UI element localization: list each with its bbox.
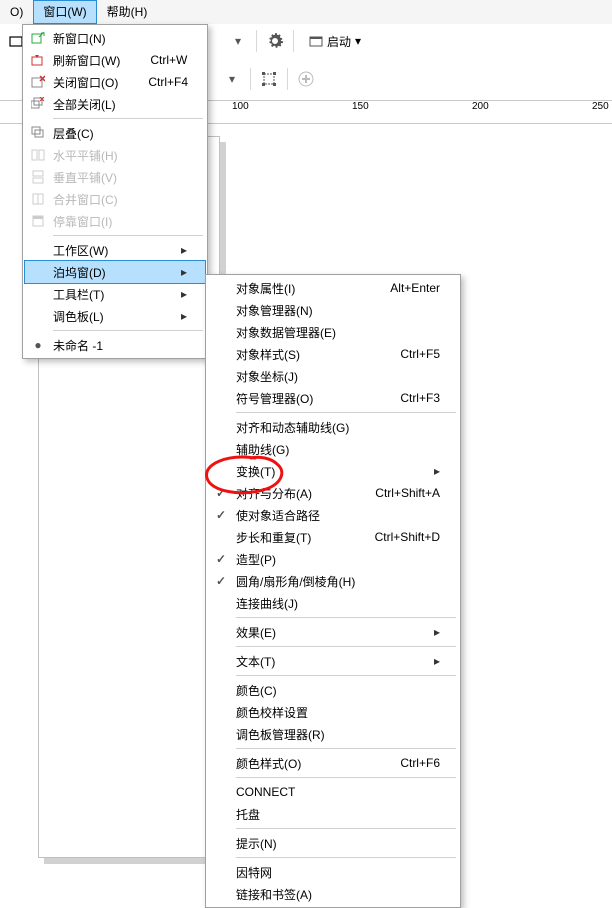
menu-separator — [53, 235, 203, 236]
menu-item-object-styles[interactable]: 对象样式(S)Ctrl+F5 — [208, 343, 458, 365]
menu-item-text[interactable]: 文本(T)▸ — [208, 650, 458, 672]
menu-separator — [236, 617, 456, 618]
menu-item-color-styles[interactable]: 颜色样式(O)Ctrl+F6 — [208, 752, 458, 774]
launch-label: 启动 — [327, 33, 351, 50]
menu-item-workspace[interactable]: 工作区(W)▸ — [25, 239, 205, 261]
new-window-icon — [27, 27, 49, 49]
menu-item-combine-window: 合并窗口(C) — [25, 188, 205, 210]
check-icon: ✓ — [210, 570, 232, 592]
menu-item-effects[interactable]: 效果(E)▸ — [208, 621, 458, 643]
menu-item-palette-manager[interactable]: 调色板管理器(R) — [208, 723, 458, 745]
menu-item-hints[interactable]: 提示(N) — [208, 832, 458, 854]
menu-item-palettes[interactable]: 调色板(L)▸ — [25, 305, 205, 327]
submenu-arrow-icon: ▸ — [430, 464, 440, 478]
ruler-label: 200 — [472, 101, 489, 112]
combine-icon — [27, 188, 49, 210]
menu-separator — [236, 777, 456, 778]
check-icon: ✓ — [210, 482, 232, 504]
menu-item-dock-window: 停靠窗口(I) — [25, 210, 205, 232]
toolbar-separator — [250, 68, 251, 90]
menu-item-internet[interactable]: 因特网 — [208, 861, 458, 883]
menu-item-tile-horizontal: 水平平铺(H) — [25, 144, 205, 166]
dropdown-chevron-icon[interactable]: ▾ — [222, 69, 242, 89]
menu-item-tile-vertical: 垂直平铺(V) — [25, 166, 205, 188]
submenu-arrow-icon: ▸ — [430, 625, 440, 639]
launch-button[interactable]: 启动 ▾ — [302, 30, 368, 53]
menubar-item-help[interactable]: 帮助(H) — [97, 0, 158, 24]
menu-item-close-window[interactable]: 关闭窗口(O)Ctrl+F4 — [25, 71, 205, 93]
menu-item-shaping[interactable]: ✓造型(P) — [208, 548, 458, 570]
toolbar-separator — [256, 30, 257, 52]
ruler-label: 250 — [592, 101, 609, 112]
menu-item-toolbars[interactable]: 工具栏(T)▸ — [25, 283, 205, 305]
tile-v-icon — [27, 166, 49, 188]
menubar-item-prev[interactable]: O) — [0, 0, 33, 24]
menu-item-dockers[interactable]: 泊坞窗(D)▸ — [25, 261, 205, 283]
menu-item-object-data-manager[interactable]: 对象数据管理器(E) — [208, 321, 458, 343]
menu-item-refresh-window[interactable]: 刷新窗口(W)Ctrl+W — [25, 49, 205, 71]
menu-item-document-1[interactable]: ●未命名 -1 — [25, 334, 205, 356]
check-icon: ✓ — [210, 504, 232, 526]
menu-item-connect[interactable]: CONNECT — [208, 781, 458, 803]
close-window-icon — [27, 71, 49, 93]
tile-h-icon — [27, 144, 49, 166]
menu-item-fit-path[interactable]: ✓使对象适合路径 — [208, 504, 458, 526]
submenu-arrow-icon: ▸ — [177, 309, 187, 323]
menu-separator — [236, 646, 456, 647]
menu-dockers: 对象属性(I)Alt+Enter 对象管理器(N) 对象数据管理器(E) 对象样… — [205, 274, 461, 908]
menu-item-join-curves[interactable]: 连接曲线(J) — [208, 592, 458, 614]
bounding-box-icon[interactable] — [259, 69, 279, 89]
menu-item-color[interactable]: 颜色(C) — [208, 679, 458, 701]
gear-icon[interactable] — [265, 31, 285, 51]
menu-item-object-coordinates[interactable]: 对象坐标(J) — [208, 365, 458, 387]
chevron-down-icon: ▾ — [355, 34, 361, 48]
menubar-item-window-label: 窗口(W) — [43, 5, 86, 19]
menu-item-object-manager[interactable]: 对象管理器(N) — [208, 299, 458, 321]
menu-separator — [53, 118, 203, 119]
menu-item-close-all[interactable]: 全部关闭(L) — [25, 93, 205, 115]
menu-item-cascade[interactable]: 层叠(C) — [25, 122, 205, 144]
submenu-arrow-icon: ▸ — [177, 287, 187, 301]
add-icon[interactable] — [296, 69, 316, 89]
menu-item-new-window[interactable]: 新窗口(N) — [25, 27, 205, 49]
menu-item-align-dynamic-guides[interactable]: 对齐和动态辅助线(G) — [208, 416, 458, 438]
submenu-arrow-icon: ▸ — [177, 243, 187, 257]
menu-separator — [236, 675, 456, 676]
menu-item-step-repeat[interactable]: 步长和重复(T)Ctrl+Shift+D — [208, 526, 458, 548]
launch-icon — [309, 34, 323, 48]
menu-separator — [236, 412, 456, 413]
menu-item-guidelines[interactable]: 辅助线(G) — [208, 438, 458, 460]
close-all-icon — [27, 93, 49, 115]
check-icon: ✓ — [210, 548, 232, 570]
ruler-label: 150 — [352, 101, 369, 112]
menu-separator — [236, 748, 456, 749]
toolbar-separator — [287, 68, 288, 90]
menu-item-object-properties[interactable]: 对象属性(I)Alt+Enter — [208, 277, 458, 299]
menubar-item-window[interactable]: 窗口(W) — [33, 0, 96, 24]
menu-separator — [236, 857, 456, 858]
toolbar-separator — [293, 30, 294, 52]
submenu-arrow-icon: ▸ — [177, 265, 187, 279]
menu-separator — [236, 828, 456, 829]
menu-separator — [53, 330, 203, 331]
refresh-icon — [27, 49, 49, 71]
menu-item-symbol-manager[interactable]: 符号管理器(O)Ctrl+F3 — [208, 387, 458, 409]
dock-icon — [27, 210, 49, 232]
menu-window: 新窗口(N) 刷新窗口(W)Ctrl+W 关闭窗口(O)Ctrl+F4 全部关闭… — [22, 24, 208, 359]
bullet-icon: ● — [27, 334, 49, 356]
dropdown-chevron-icon[interactable]: ▾ — [228, 31, 248, 51]
menu-item-fillet[interactable]: ✓圆角/扇形角/倒棱角(H) — [208, 570, 458, 592]
menu-item-links-bookmarks[interactable]: 链接和书签(A) — [208, 883, 458, 905]
menu-item-color-proof[interactable]: 颜色校样设置 — [208, 701, 458, 723]
menu-item-transform[interactable]: 变换(T)▸ — [208, 460, 458, 482]
menu-item-align-distribute[interactable]: ✓对齐与分布(A)Ctrl+Shift+A — [208, 482, 458, 504]
submenu-arrow-icon: ▸ — [430, 654, 440, 668]
menu-item-tray[interactable]: 托盘 — [208, 803, 458, 825]
menubar: O) 窗口(W) 帮助(H) — [0, 0, 612, 25]
cascade-icon — [27, 122, 49, 144]
ruler-label: 100 — [232, 101, 249, 112]
